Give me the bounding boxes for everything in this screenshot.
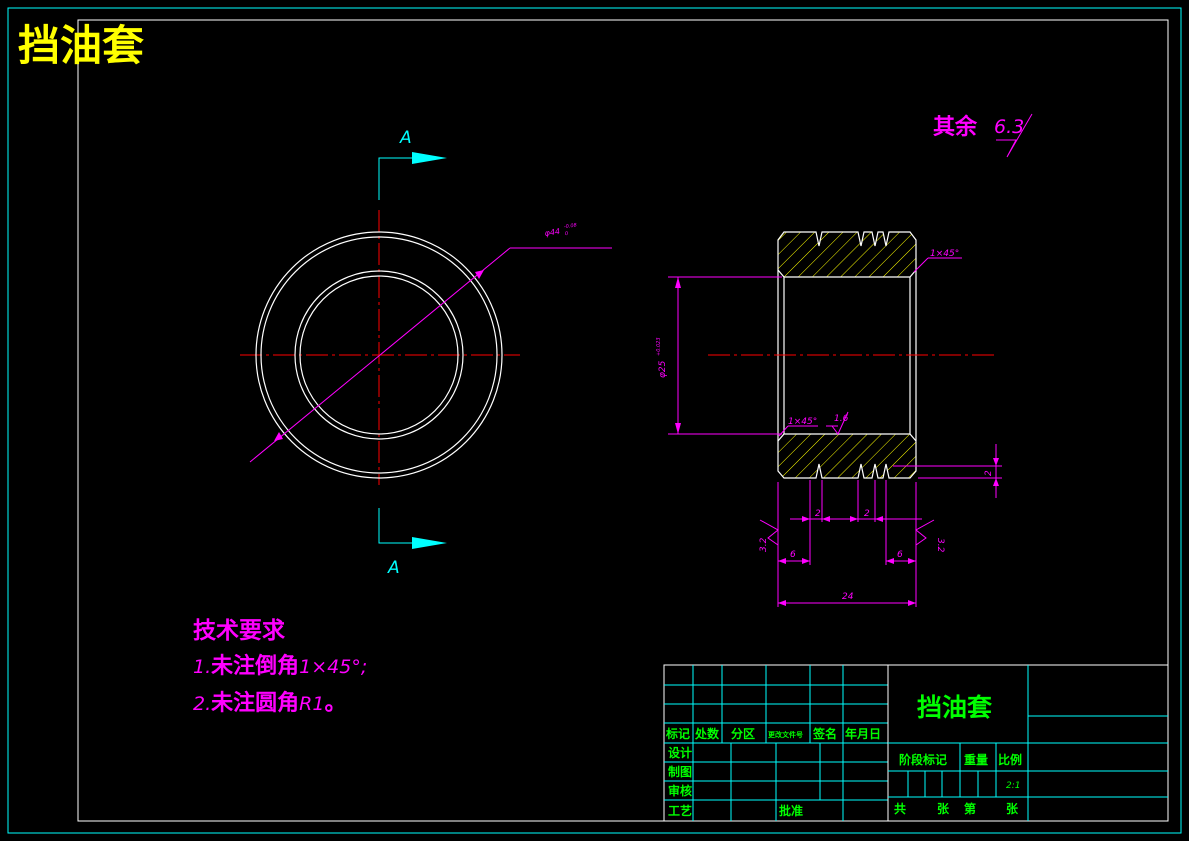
svg-text:φ25: φ25 xyxy=(658,360,668,378)
roughness-note-prefix: 其余 xyxy=(933,114,978,140)
svg-text:+0.023: +0.023 xyxy=(656,337,662,356)
tb-draw: 制图 xyxy=(668,764,692,779)
chamfer-inner-label: 1×45° xyxy=(788,417,817,427)
groove-width1-label: 2 xyxy=(815,509,821,519)
groove-width2-label: 2 xyxy=(864,509,870,519)
outer-diameter-label: φ44 -0.08 0 xyxy=(544,223,578,238)
tb-process: 工艺 xyxy=(668,803,692,818)
title-block-part-name: 挡油套 xyxy=(917,693,993,722)
engineering-drawing: 挡油套 φ44 -0.08 0 A A φ25 +0.023 1×45° 1×4… xyxy=(7,7,1182,834)
tb-date: 年月日 xyxy=(845,726,881,741)
drawing-title-overlay: 挡油套 xyxy=(18,21,144,70)
roughness-bore-label: 1.6 xyxy=(834,414,849,424)
roughness-right-label: 3.2 xyxy=(935,538,945,553)
technical-requirements: 技术要求 1.未注倒角1×45°; 2.未注圆角R1。 xyxy=(193,618,367,716)
groove-depth-arrow2 xyxy=(993,478,999,486)
groove-depth-label: 2 xyxy=(984,470,994,476)
tb-zone: 分区 xyxy=(731,726,755,741)
tech-req-heading: 技术要求 xyxy=(193,618,285,644)
tb-docno: 更改文件号 xyxy=(768,730,803,739)
tb-sheet-di: 第 xyxy=(964,801,976,816)
title-block-grid xyxy=(664,665,1168,821)
tb-stage: 阶段标记 xyxy=(899,752,947,767)
bottom-wall-hatch xyxy=(777,433,917,479)
left-offset-label: 6 xyxy=(790,550,796,560)
chamfer-top-label: 1×45° xyxy=(930,249,959,259)
groove-depth-arrow1 xyxy=(993,458,999,466)
title-block: 挡油套 标记 处数 分区 更改文件号 签名 年月日 设计 制图 审核 工艺 批准… xyxy=(663,664,1169,822)
roughness-note: 其余 6.3 xyxy=(933,113,1033,158)
roughness-left-label: 3.2 xyxy=(759,537,769,552)
tb-sheet-zhang2: 张 xyxy=(1006,801,1019,816)
tech-req-item-1: 1.未注倒角1×45°; xyxy=(193,653,367,679)
section-line-bottom xyxy=(378,508,415,544)
inner-dia-arrow-top xyxy=(675,277,681,288)
tb-weight: 重量 xyxy=(964,752,988,767)
tb-sign: 签名 xyxy=(812,726,837,741)
section-label-top: A xyxy=(399,128,412,148)
svg-text:-0.08: -0.08 xyxy=(564,223,578,231)
tb-count: 处数 xyxy=(694,726,720,741)
roughness-right-symbol xyxy=(915,519,935,546)
svg-text:0: 0 xyxy=(565,231,569,237)
section-label-bottom: A xyxy=(387,558,400,578)
total-length-label: 24 xyxy=(842,592,854,602)
tb-scale-value: 2:1 xyxy=(1006,781,1020,791)
svg-text:φ44: φ44 xyxy=(544,227,561,238)
inner-diameter-label: φ25 +0.023 xyxy=(656,337,668,378)
section-line-top xyxy=(378,157,415,200)
tb-sheet-zhang1: 张 xyxy=(937,801,950,816)
section-arrow-top xyxy=(412,152,447,164)
top-wall-hatch xyxy=(777,231,917,278)
tb-scale: 比例 xyxy=(998,752,1022,767)
tb-design: 设计 xyxy=(668,745,692,760)
diameter-arrow-top xyxy=(475,270,484,279)
section-arrow-bottom xyxy=(412,537,447,549)
tb-sheet-total: 共 xyxy=(894,801,906,816)
right-offset-label: 6 xyxy=(897,550,903,560)
tb-review: 审核 xyxy=(668,783,692,798)
tb-approve: 批准 xyxy=(779,803,803,818)
end-view: φ44 -0.08 0 A A xyxy=(240,128,612,578)
inner-dia-arrow-bottom xyxy=(675,423,681,434)
tb-mark: 标记 xyxy=(665,726,690,741)
tech-req-item-2: 2.未注圆角R1。 xyxy=(193,690,346,716)
section-view: φ25 +0.023 1×45° 1×45° 1.6 2 2 2 6 6 24 … xyxy=(656,231,1002,607)
